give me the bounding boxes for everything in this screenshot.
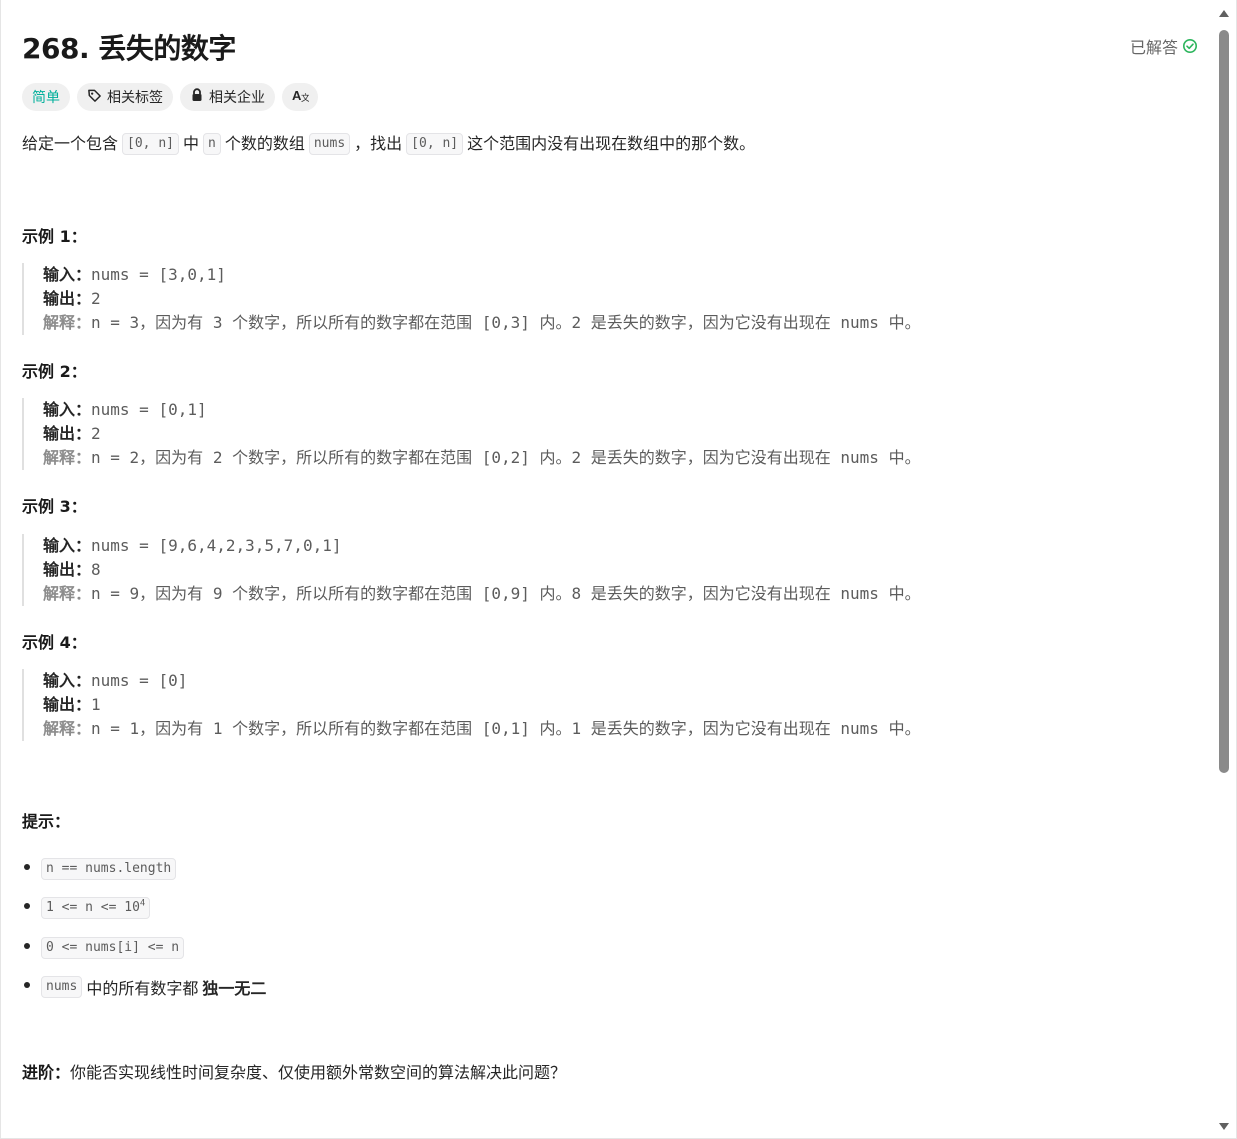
- output-label: 输出：: [43, 424, 92, 443]
- example-2-title: 示例 2：: [22, 362, 87, 381]
- exponent: 4: [139, 898, 146, 909]
- related-tags-button[interactable]: 相关标签: [77, 83, 173, 111]
- problem-title: 268. 丢失的数字: [22, 32, 236, 65]
- inline-code: 1 <= n <= 104: [41, 897, 151, 920]
- inline-code: nums: [308, 133, 351, 155]
- output-label: 输出：: [43, 695, 92, 714]
- explanation-label: 解释：: [43, 584, 92, 603]
- example-4-block: 输入：nums = [0] 输出：1 解释：n = 1，因为有 1 个数字，所以…: [22, 669, 921, 741]
- translate-button[interactable]: A 文: [282, 83, 318, 111]
- explanation-label: 解释：: [43, 719, 92, 738]
- explanation-value: n = 3，因为有 3 个数字，所以所有的数字都在范围 [0,3] 内。2 是丢…: [91, 313, 921, 332]
- output-value: 2: [91, 424, 101, 443]
- constraint-item: nums 中的所有数字都 独一无二: [22, 968, 266, 1008]
- example-1-title: 示例 1：: [22, 227, 87, 246]
- input-value: nums = [0,1]: [91, 400, 207, 419]
- output-label: 输出：: [43, 560, 92, 579]
- inline-code: 0 <= nums[i] <= n: [41, 936, 185, 959]
- solved-status-label: 已解答: [1129, 38, 1178, 57]
- output-value: 1: [91, 695, 101, 714]
- follow-up: 进阶：你能否实现线性时间复杂度、仅使用额外常数空间的算法解决此问题？: [22, 1059, 566, 1083]
- tag-icon: [87, 88, 102, 107]
- difficulty-badge: 简单: [22, 83, 70, 111]
- example-3-title: 示例 3：: [22, 497, 87, 516]
- explanation-value: n = 2，因为有 2 个数字，所以所有的数字都在范围 [0,2] 内。2 是丢…: [91, 448, 921, 467]
- explanation-value: n = 9，因为有 9 个数字，所以所有的数字都在范围 [0,9] 内。8 是丢…: [91, 584, 921, 603]
- problem-description-panel: 268. 丢失的数字 已解答 简单 相关标签 相关企业 A 文 给定一个包含 […: [0, 0, 1237, 1139]
- solved-status: 已解答: [1130, 34, 1198, 58]
- statement-text: 这个范围内没有出现在数组中的那个数。: [467, 134, 756, 153]
- svg-text:文: 文: [301, 92, 309, 102]
- input-label: 输入：: [43, 265, 92, 284]
- input-value: nums = [0]: [91, 671, 188, 690]
- constraints-title: 提示：: [22, 812, 71, 831]
- problem-tags: 简单 相关标签 相关企业 A 文: [22, 83, 318, 111]
- related-companies-button[interactable]: 相关企业: [180, 83, 275, 111]
- related-tags-label: 相关标签: [107, 90, 163, 106]
- related-companies-label: 相关企业: [209, 90, 265, 106]
- example-4-title: 示例 4：: [22, 633, 87, 652]
- problem-statement: 给定一个包含 [0, n] 中 n 个数的数组 nums ，找出 [0, n] …: [22, 131, 755, 157]
- input-value: nums = [9,6,4,2,3,5,7,0,1]: [91, 536, 342, 555]
- explanation-label: 解释：: [43, 313, 92, 332]
- constraint-emphasis: 独一无二: [202, 979, 267, 999]
- vertical-scrollbar[interactable]: [1218, 0, 1230, 1139]
- scrollbar-thumb[interactable]: [1219, 30, 1229, 773]
- constraint-item: 1 <= n <= 104: [22, 889, 266, 929]
- output-value: 2: [91, 289, 101, 308]
- check-circle-icon: [1182, 38, 1198, 54]
- input-label: 输入：: [43, 671, 92, 690]
- follow-up-text: 你能否实现线性时间复杂度、仅使用额外常数空间的算法解决此问题？: [70, 1063, 567, 1082]
- example-2-block: 输入：nums = [0,1] 输出：2 解释：n = 2，因为有 2 个数字，…: [22, 398, 921, 470]
- inline-code: n == nums.length: [41, 857, 177, 880]
- statement-text: ，找出: [354, 134, 403, 153]
- lock-icon: [190, 88, 204, 106]
- output-value: 8: [91, 560, 101, 579]
- input-label: 输入：: [43, 536, 92, 555]
- explanation-label: 解释：: [43, 448, 92, 467]
- inline-code: nums: [41, 976, 83, 999]
- translate-icon: A 文: [292, 88, 310, 106]
- explanation-value: n = 1，因为有 1 个数字，所以所有的数字都在范围 [0,1] 内。1 是丢…: [91, 719, 921, 738]
- output-label: 输出：: [43, 289, 92, 308]
- example-3-block: 输入：nums = [9,6,4,2,3,5,7,0,1] 输出：8 解释：n …: [22, 534, 921, 606]
- statement-text: 个数的数组: [224, 134, 305, 153]
- inline-code: [0, n]: [406, 133, 464, 155]
- input-value: nums = [3,0,1]: [91, 265, 226, 284]
- scroll-up-arrow-icon[interactable]: [1219, 10, 1229, 17]
- constraints-list: n == nums.length 1 <= n <= 104 0 <= nums…: [22, 849, 266, 1007]
- follow-up-label: 进阶：: [22, 1063, 71, 1082]
- inline-code: [0, n]: [122, 133, 179, 155]
- difficulty-label: 简单: [32, 90, 60, 106]
- constraint-item: 0 <= nums[i] <= n: [22, 928, 266, 968]
- input-label: 输入：: [43, 400, 92, 419]
- example-1-block: 输入：nums = [3,0,1] 输出：2 解释：n = 3，因为有 3 个数…: [22, 263, 921, 335]
- scroll-down-arrow-icon[interactable]: [1219, 1123, 1229, 1130]
- statement-text: 给定一个包含: [22, 134, 119, 153]
- statement-text: 中: [182, 134, 199, 153]
- constraint-text: 1 <= n <= 10: [46, 900, 140, 916]
- constraint-text: 中的所有数字都: [86, 979, 199, 999]
- inline-code: n: [203, 133, 221, 155]
- constraint-item: n == nums.length: [22, 849, 266, 889]
